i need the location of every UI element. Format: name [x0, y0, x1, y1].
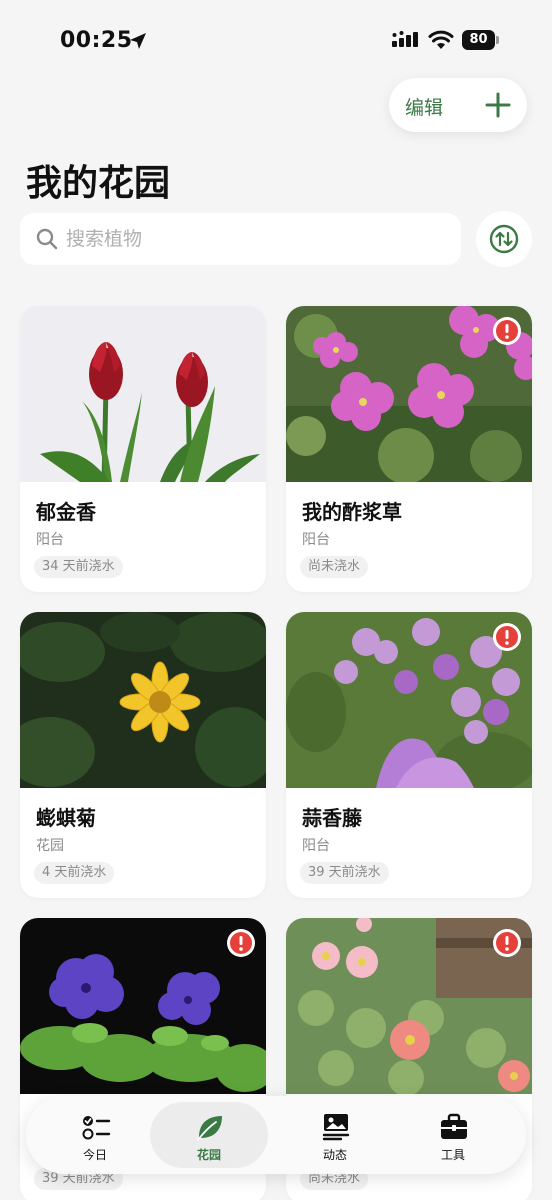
alert-icon[interactable]: [226, 928, 256, 958]
add-plant-icon[interactable]: [485, 92, 511, 118]
toolbox-icon: [441, 1113, 467, 1139]
plant-photo-tulip: [20, 306, 266, 482]
plant-name: 蟛蜞菊: [36, 806, 96, 830]
watered-badge: 34 天前浇水: [34, 556, 123, 578]
sort-arrows-icon: [489, 224, 519, 254]
tab-tools[interactable]: 工具: [394, 1102, 512, 1168]
battery-cap: [496, 36, 499, 44]
page-title: 我的花园: [26, 163, 171, 204]
plant-location: 花园: [36, 838, 64, 854]
tab-label: 花园: [196, 1148, 221, 1162]
tab-label: 今日: [82, 1148, 107, 1162]
tab-feed[interactable]: 动态: [276, 1102, 394, 1168]
tab-label: 工具: [440, 1148, 465, 1162]
edit-button[interactable]: 编辑: [405, 93, 443, 120]
sort-button[interactable]: [476, 211, 532, 267]
tab-today[interactable]: 今日: [36, 1102, 154, 1168]
watered-badge: 尚未浇水: [300, 556, 369, 578]
search-input[interactable]: [66, 213, 446, 265]
watered-badge: 4 天前浇水: [34, 862, 115, 884]
plant-location: 阳台: [36, 532, 64, 548]
plant-name: 蒜香藤: [302, 806, 362, 830]
plant-name: 我的酢浆草: [302, 500, 402, 524]
cellular-signal-icon: [392, 31, 418, 47]
plant-card[interactable]: 郁金香 阳台 34 天前浇水: [20, 306, 266, 592]
checklist-icon: [82, 1116, 111, 1140]
plant-card[interactable]: 蒜香藤 阳台 39 天前浇水: [286, 612, 532, 898]
plant-name: 郁金香: [36, 500, 96, 524]
plant-location: 阳台: [302, 532, 330, 548]
plant-card[interactable]: 蟛蜞菊 花园 4 天前浇水: [20, 612, 266, 898]
leaf-icon: [197, 1116, 222, 1141]
edit-add-pill: 编辑: [389, 78, 527, 132]
status-bar: 00:25 80: [0, 0, 552, 80]
plant-photo-wedelia: [20, 612, 266, 788]
location-arrow-icon: [130, 33, 146, 49]
search-icon: [36, 228, 58, 250]
tab-garden[interactable]: 花园: [150, 1102, 268, 1168]
wifi-icon: [428, 30, 454, 49]
alert-icon[interactable]: [492, 928, 522, 958]
watered-badge: 39 天前浇水: [300, 862, 389, 884]
battery-indicator: 80: [462, 30, 499, 50]
battery-level: 80: [462, 30, 495, 50]
plant-location: 阳台: [302, 838, 330, 854]
tab-bar: 今日 花园 动态 工具: [26, 1096, 526, 1174]
photo-feed-icon: [322, 1114, 350, 1141]
search-bar: [20, 213, 461, 265]
plant-card[interactable]: 我的酢浆草 阳台 尚未浇水: [286, 306, 532, 592]
alert-icon[interactable]: [492, 622, 522, 652]
tab-label: 动态: [322, 1148, 347, 1162]
status-time: 00:25: [60, 28, 133, 53]
alert-icon[interactable]: [492, 316, 522, 346]
